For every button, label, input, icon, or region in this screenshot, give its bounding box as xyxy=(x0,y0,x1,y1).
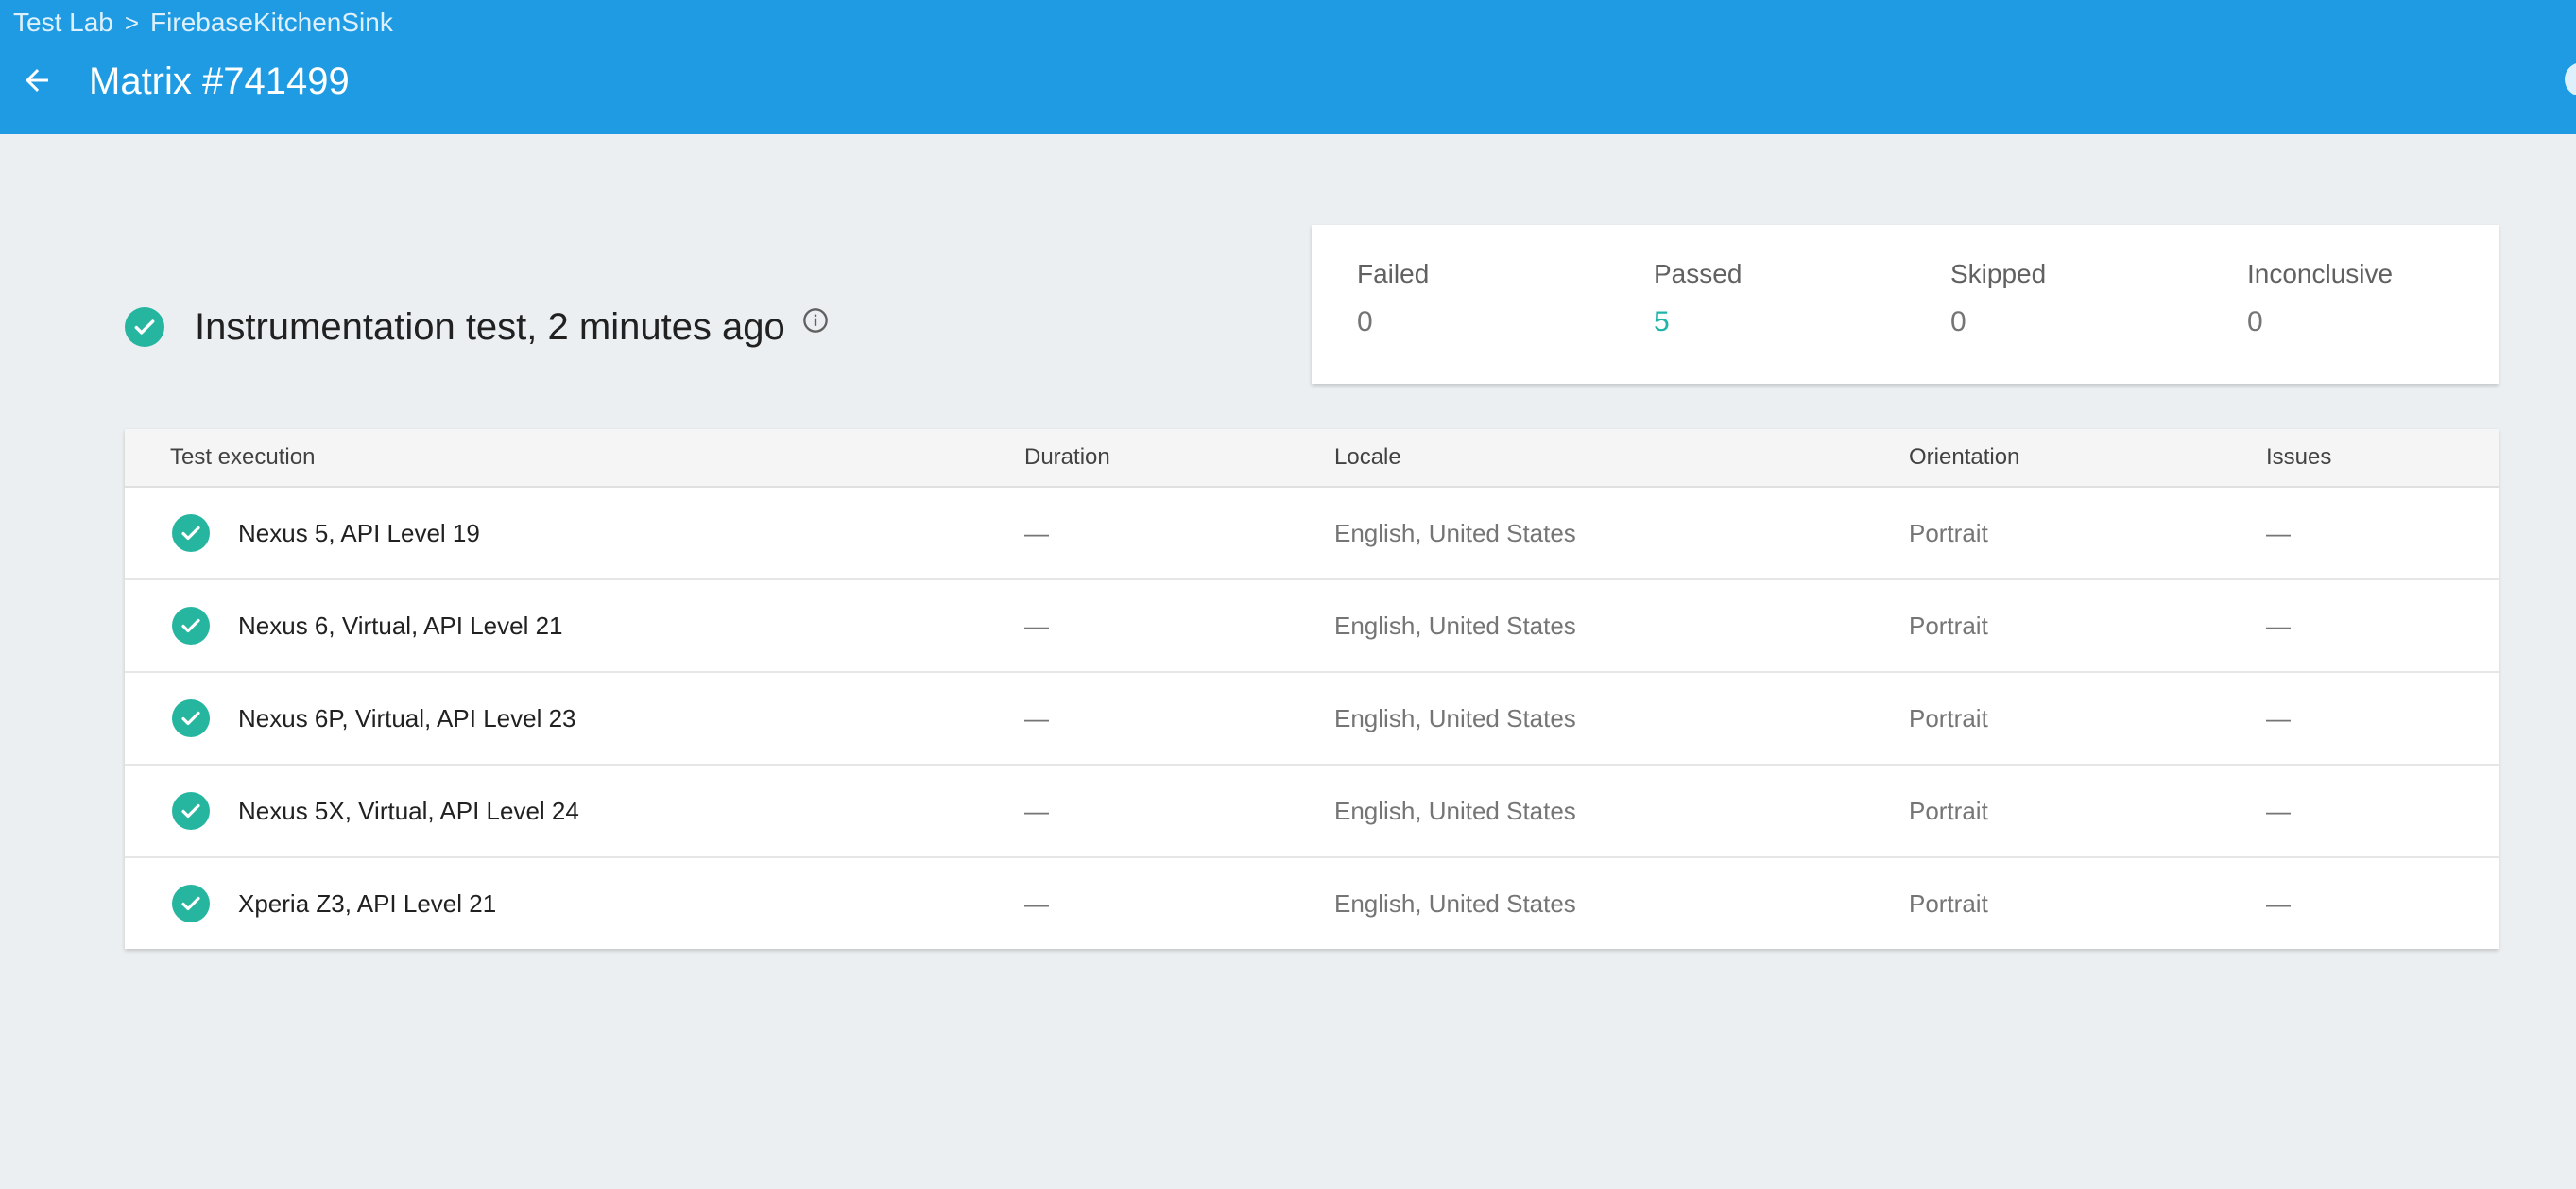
table-row[interactable]: Xperia Z3, API Level 21 — English, Unite… xyxy=(125,858,2499,949)
top-app-bar: Test Lab > FirebaseKitchenSink Matrix #7… xyxy=(0,0,2576,134)
locale-cell: English, United States xyxy=(1334,612,1576,640)
stat-label: Failed xyxy=(1357,259,1430,288)
column-issues[interactable]: Issues xyxy=(2266,429,2331,486)
locale-cell: English, United States xyxy=(1334,797,1576,825)
arrow-left-icon xyxy=(26,69,48,92)
stat-label: Skipped xyxy=(1950,259,2047,288)
check-circle-icon xyxy=(172,699,210,737)
table-row[interactable]: Nexus 5, API Level 19 — English, United … xyxy=(125,488,2499,580)
table-header: Test execution Duration Locale Orientati… xyxy=(125,429,2499,488)
stat-value: 5 xyxy=(1654,306,1670,337)
orientation-cell: Portrait xyxy=(1909,612,1988,640)
device-name: Nexus 6P, Virtual, API Level 23 xyxy=(238,704,576,732)
orientation-cell: Portrait xyxy=(1909,889,1988,918)
column-test-execution[interactable]: Test execution xyxy=(170,429,315,486)
device-name: Nexus 5X, Virtual, API Level 24 xyxy=(238,797,579,825)
summary-text: Instrumentation test, 2 minutes ago xyxy=(195,305,785,348)
check-circle-icon xyxy=(172,885,210,922)
results-summary-card: Failed 0 Passed 5 Skipped 0 Inconclusive… xyxy=(1312,225,2499,384)
avatar[interactable] xyxy=(2565,62,2576,96)
locale-cell: English, United States xyxy=(1334,889,1576,918)
breadcrumb-test-lab[interactable]: Test Lab xyxy=(13,8,113,38)
device-name: Nexus 6, Virtual, API Level 21 xyxy=(238,612,563,640)
duration-cell: — xyxy=(1024,519,1049,547)
stat-value: 0 xyxy=(1950,306,1966,337)
device-cell: Nexus 5, API Level 19 xyxy=(172,488,480,578)
device-name: Xperia Z3, API Level 21 xyxy=(238,889,497,918)
duration-cell: — xyxy=(1024,704,1049,732)
device-cell: Nexus 5X, Virtual, API Level 24 xyxy=(172,766,579,856)
check-circle-icon xyxy=(125,307,164,347)
check-circle-icon xyxy=(172,607,210,645)
device-cell: Nexus 6, Virtual, API Level 21 xyxy=(172,580,563,671)
stat-label: Passed xyxy=(1654,259,1743,288)
table-row[interactable]: Nexus 5X, Virtual, API Level 24 — Englis… xyxy=(125,766,2499,858)
stat-passed: Passed 5 xyxy=(1654,259,1742,338)
orientation-cell: Portrait xyxy=(1909,797,1988,825)
stat-label: Inconclusive xyxy=(2247,259,2394,288)
duration-cell: — xyxy=(1024,797,1049,825)
stat-skipped: Skipped 0 xyxy=(1950,259,2046,338)
locale-cell: English, United States xyxy=(1334,704,1576,732)
orientation-cell: Portrait xyxy=(1909,519,1988,547)
orientation-cell: Portrait xyxy=(1909,704,1988,732)
execution-summary: Instrumentation test, 2 minutes ago xyxy=(125,301,829,353)
duration-cell: — xyxy=(1024,889,1049,918)
device-name: Nexus 5, API Level 19 xyxy=(238,519,480,547)
issues-cell: — xyxy=(2266,704,2291,732)
issues-cell: — xyxy=(2266,612,2291,640)
breadcrumb-app[interactable]: FirebaseKitchenSink xyxy=(150,8,393,38)
device-cell: Nexus 6P, Virtual, API Level 23 xyxy=(172,673,576,764)
breadcrumb: Test Lab > FirebaseKitchenSink xyxy=(13,6,393,40)
info-icon[interactable] xyxy=(802,307,829,334)
back-button[interactable] xyxy=(13,57,60,104)
test-executions-table: Test execution Duration Locale Orientati… xyxy=(125,429,2499,949)
column-locale[interactable]: Locale xyxy=(1334,429,1401,486)
breadcrumb-separator: > xyxy=(124,8,140,37)
column-orientation[interactable]: Orientation xyxy=(1909,429,2019,486)
stat-inconclusive: Inconclusive 0 xyxy=(2247,259,2393,338)
check-circle-icon xyxy=(172,792,210,830)
issues-cell: — xyxy=(2266,519,2291,547)
locale-cell: English, United States xyxy=(1334,519,1576,547)
stat-value: 0 xyxy=(2247,306,2263,337)
duration-cell: — xyxy=(1024,612,1049,640)
table-row[interactable]: Nexus 6P, Virtual, API Level 23 — Englis… xyxy=(125,673,2499,766)
page-title: Matrix #741499 xyxy=(89,60,350,102)
column-duration[interactable]: Duration xyxy=(1024,429,1110,486)
device-cell: Xperia Z3, API Level 21 xyxy=(172,858,496,949)
issues-cell: — xyxy=(2266,889,2291,918)
stat-failed: Failed 0 xyxy=(1357,259,1429,338)
issues-cell: — xyxy=(2266,797,2291,825)
check-circle-icon xyxy=(172,514,210,552)
stat-value: 0 xyxy=(1357,306,1373,337)
table-row[interactable]: Nexus 6, Virtual, API Level 21 — English… xyxy=(125,580,2499,673)
